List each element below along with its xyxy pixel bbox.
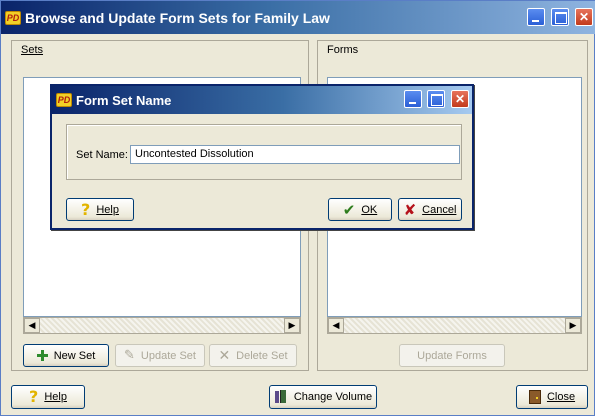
- cancel-label: Cancel: [422, 203, 457, 216]
- main-title-bar[interactable]: PD Browse and Update Form Sets for Famil…: [1, 1, 595, 34]
- change-volume-label: Change Volume: [293, 391, 373, 403]
- minimize-button[interactable]: [527, 8, 546, 27]
- pencil-icon: ✎: [124, 348, 135, 363]
- dialog-minimize-button[interactable]: [403, 90, 422, 108]
- sets-horizontal-scrollbar[interactable]: ◀ ▶: [23, 317, 301, 334]
- ok-label: OK: [361, 203, 378, 216]
- dialog-controls: ✕: [402, 90, 469, 108]
- scroll-track[interactable]: [40, 318, 284, 333]
- door-icon: [528, 390, 541, 404]
- help-icon: ?: [81, 199, 91, 219]
- main-window-controls: ✕: [525, 8, 593, 27]
- scroll-left-icon[interactable]: ◀: [24, 318, 40, 333]
- new-set-label: New Set: [53, 349, 96, 362]
- update-set-label: Update Set: [140, 349, 196, 362]
- set-name-field[interactable]: Uncontested Dissolution: [130, 145, 460, 164]
- dialog-title: Form Set Name: [76, 92, 172, 108]
- change-volume-button[interactable]: Change Volume: [269, 385, 377, 409]
- close-button[interactable]: Close: [516, 385, 588, 409]
- delete-set-label: Delete Set: [236, 349, 288, 362]
- delete-x-icon: ✕: [218, 347, 231, 364]
- close-label: Close: [546, 391, 576, 403]
- checkmark-icon: ✔: [342, 200, 356, 219]
- dialog-maximize-button[interactable]: [427, 90, 446, 108]
- dialog-close-button[interactable]: ✕: [451, 90, 469, 108]
- help-icon: ?: [29, 387, 39, 406]
- app-logo-icon: PD: [5, 10, 21, 25]
- scroll-left-icon[interactable]: ◀: [328, 318, 344, 333]
- scroll-track[interactable]: [344, 318, 565, 333]
- cancel-button[interactable]: ✘ Cancel: [398, 198, 462, 221]
- plus-icon: [36, 350, 48, 361]
- set-name-label: Set Name:: [76, 149, 128, 161]
- update-forms-label: Update Forms: [417, 349, 487, 362]
- books-icon: [274, 390, 288, 404]
- scroll-right-icon[interactable]: ▶: [284, 318, 300, 333]
- dialog-app-icon: PD: [56, 93, 72, 107]
- delete-set-button[interactable]: ✕ Delete Set: [209, 344, 297, 367]
- main-window-title: Browse and Update Form Sets for Family L…: [25, 9, 330, 26]
- dialog-help-label: Help: [96, 203, 119, 216]
- forms-label: Forms: [327, 44, 359, 56]
- ok-button[interactable]: ✔ OK: [328, 198, 392, 221]
- forms-horizontal-scrollbar[interactable]: ◀ ▶: [327, 317, 582, 334]
- new-set-button[interactable]: New Set: [23, 344, 109, 367]
- maximize-button[interactable]: [551, 8, 570, 27]
- sets-label: Sets: [21, 44, 44, 56]
- help-button[interactable]: ? Help: [11, 385, 85, 409]
- help-label: Help: [44, 391, 67, 403]
- form-set-name-dialog: PD Form Set Name ✕ Set Name: Uncontested…: [50, 84, 474, 230]
- cancel-x-icon: ✘: [403, 200, 417, 219]
- update-set-button[interactable]: ✎ Update Set: [115, 344, 205, 367]
- dialog-title-bar[interactable]: PD Form Set Name ✕: [52, 86, 472, 114]
- close-window-button[interactable]: ✕: [575, 8, 593, 27]
- update-forms-button[interactable]: Update Forms: [399, 344, 505, 367]
- dialog-help-button[interactable]: ? Help: [66, 198, 134, 221]
- scroll-right-icon[interactable]: ▶: [565, 318, 581, 333]
